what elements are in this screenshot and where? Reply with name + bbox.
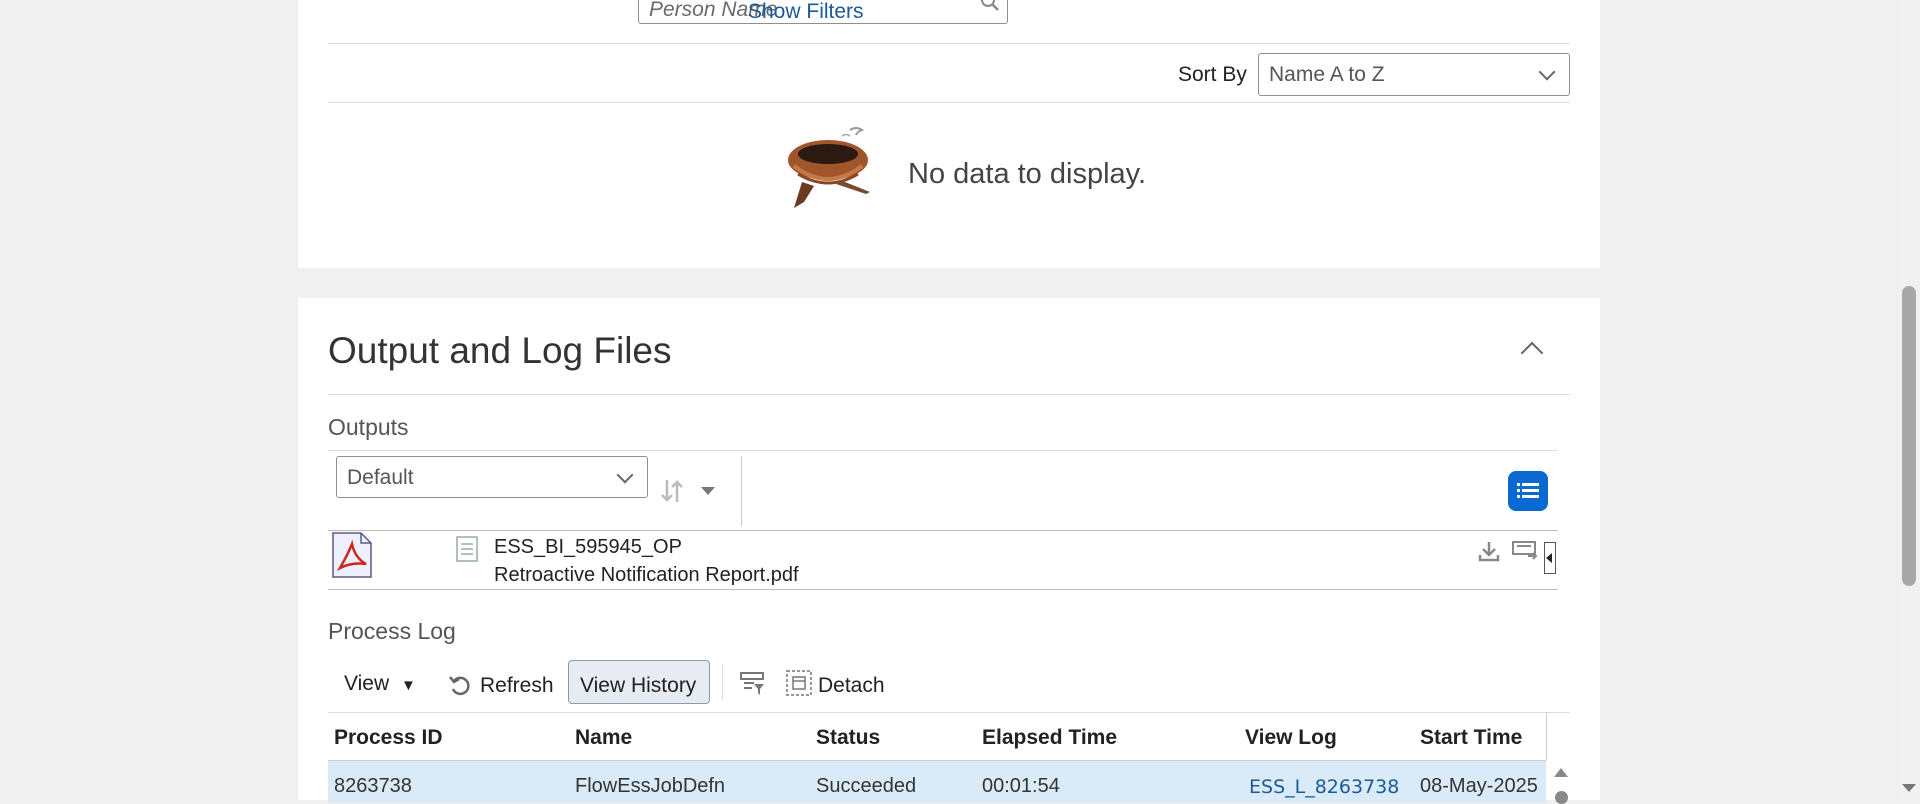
table-header: Process ID Name Status Elapsed Time View… xyxy=(328,712,1546,760)
section-title: Output and Log Files xyxy=(328,330,672,371)
republish-icon[interactable] xyxy=(1512,540,1538,562)
outputs-label: Outputs xyxy=(328,414,409,440)
page-scrollbar-thumb[interactable] xyxy=(1902,286,1916,586)
toolbar-separator xyxy=(722,664,723,700)
detach-button[interactable]: Detach xyxy=(818,674,885,698)
sort-by-value: Name A to Z xyxy=(1269,63,1385,86)
detach-icon[interactable] xyxy=(786,670,812,696)
cell-view-log-link[interactable]: ESS_L_8263738 xyxy=(1249,776,1399,798)
divider xyxy=(328,450,1558,451)
output-log-panel: Output and Log Files Outputs Default ESS… xyxy=(298,298,1600,804)
view-history-label: View History xyxy=(580,674,697,697)
outputs-view-select[interactable]: Default xyxy=(336,456,648,498)
cell-status: Succeeded xyxy=(816,775,917,797)
collapse-arrow-icon xyxy=(1546,553,1552,563)
list-icon xyxy=(1517,483,1539,498)
empty-message: No data to display. xyxy=(908,158,1147,190)
empty-nest-icon xyxy=(788,127,870,208)
refresh-button[interactable]: Refresh xyxy=(480,674,554,698)
view-select-value: Default xyxy=(347,466,414,489)
column-header-view-log[interactable]: View Log xyxy=(1245,726,1337,750)
scroll-down-arrow-icon[interactable] xyxy=(1902,784,1916,792)
divider xyxy=(328,394,1570,395)
table-row[interactable]: 8263738 FlowEssJobDefn Succeeded 00:01:5… xyxy=(328,761,1546,803)
cell-elapsed-time: 00:01:54 xyxy=(982,775,1060,797)
divider xyxy=(328,102,1570,103)
divider xyxy=(328,43,1570,44)
process-log-title: Process Log xyxy=(328,618,456,644)
cell-name: FlowEssJobDefn xyxy=(575,775,726,797)
dropdown-arrow-icon: ▼ xyxy=(400,677,416,694)
file-name: ESS_BI_595945_OP xyxy=(494,536,682,558)
chevron-down-icon xyxy=(1538,63,1556,81)
sort-by-label: Sort By xyxy=(1178,63,1247,86)
expand-handle[interactable] xyxy=(1544,542,1556,574)
divider xyxy=(328,589,1558,590)
column-header-status[interactable]: Status xyxy=(816,726,880,750)
pdf-file-icon[interactable] xyxy=(332,532,372,578)
chevron-down-icon xyxy=(616,466,634,484)
divider xyxy=(328,530,1558,531)
cell-start-time: 08-May-2025 xyxy=(1420,775,1538,797)
cell-process-id: 8263738 xyxy=(334,775,412,797)
document-icon xyxy=(456,536,478,562)
table-scroll-up-icon[interactable] xyxy=(1554,768,1568,777)
column-header-name[interactable]: Name xyxy=(575,726,632,750)
search-icon[interactable] xyxy=(979,0,1001,13)
view-menu[interactable]: View ▼ xyxy=(344,672,416,696)
table-scroll-thumb[interactable] xyxy=(1555,791,1568,804)
view-history-button[interactable]: View History xyxy=(568,660,710,704)
sort-by-select[interactable]: Name A to Z xyxy=(1258,53,1570,96)
file-report-name[interactable]: Retroactive Notification Report.pdf xyxy=(494,564,799,587)
dropdown-arrow-icon[interactable] xyxy=(700,486,716,496)
refresh-icon[interactable] xyxy=(448,673,472,697)
sort-icon[interactable] xyxy=(660,478,684,504)
download-icon[interactable] xyxy=(1478,540,1500,562)
collapse-chevron-icon[interactable] xyxy=(1520,341,1544,365)
toolbar-separator xyxy=(741,456,742,526)
column-header-elapsed-time[interactable]: Elapsed Time xyxy=(982,726,1117,750)
show-filters-link[interactable]: Show Filters xyxy=(748,0,864,24)
table-header-separator xyxy=(1546,712,1547,760)
list-view-button[interactable] xyxy=(1508,471,1548,511)
view-menu-label: View xyxy=(344,672,390,695)
column-header-start-time[interactable]: Start Time xyxy=(1420,726,1522,750)
column-header-process-id[interactable]: Process ID xyxy=(334,726,443,750)
search-results-panel: Show Filters Sort By Name A to Z No data… xyxy=(298,0,1600,268)
query-by-example-icon[interactable] xyxy=(740,672,766,696)
